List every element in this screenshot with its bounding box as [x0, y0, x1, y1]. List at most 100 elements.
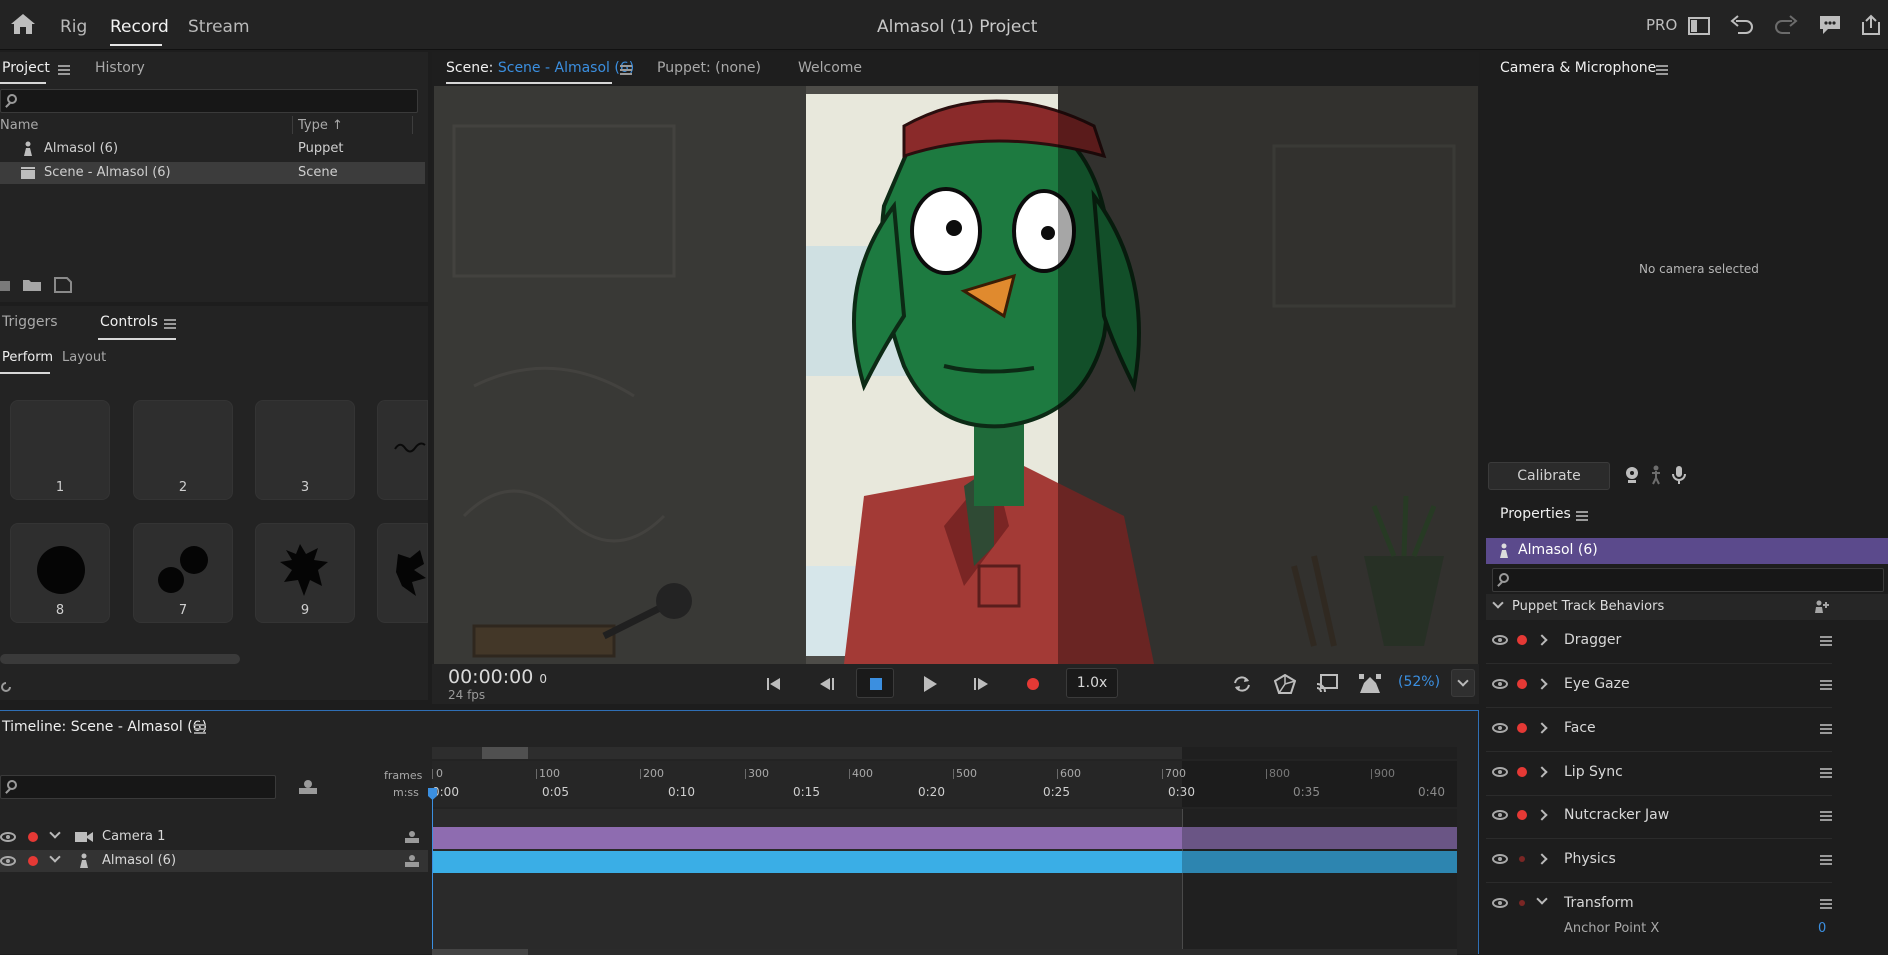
arm-record-dot[interactable]: [1517, 679, 1527, 689]
mode-tab-rig[interactable]: Rig: [60, 17, 87, 37]
behavior-menu-icon[interactable]: [1820, 680, 1832, 690]
control-tile-6[interactable]: [377, 523, 428, 623]
puppet-track-bar[interactable]: [432, 851, 1182, 873]
behavior-row-transform[interactable]: Transform: [1486, 883, 1832, 915]
timeline-horizontal-scrollbar[interactable]: [432, 949, 1457, 955]
eye-icon[interactable]: [1492, 767, 1508, 777]
stop-button[interactable]: [856, 668, 894, 698]
timeline-scroll-thumb[interactable]: [432, 949, 528, 955]
zoom-dropdown-button[interactable]: [1451, 669, 1475, 697]
column-name-header[interactable]: Name: [0, 118, 38, 133]
chevron-right-icon[interactable]: [1536, 809, 1548, 821]
tab-triggers[interactable]: Triggers: [2, 314, 58, 330]
selected-puppet-header[interactable]: Almasol (6): [1486, 538, 1888, 564]
tab-welcome[interactable]: Welcome: [798, 60, 862, 76]
behavior-row-lip-sync[interactable]: Lip Sync: [1486, 752, 1832, 796]
chevron-down-icon[interactable]: [49, 851, 61, 863]
redo-icon[interactable]: [1774, 15, 1798, 35]
behavior-menu-icon[interactable]: [1820, 855, 1832, 865]
timeline-overview-thumb[interactable]: [482, 747, 528, 759]
timeline-ruler[interactable]: 0 100 200 300 400 500 600 700 800 900 0:…: [432, 761, 1457, 807]
eye-icon[interactable]: [1492, 723, 1508, 733]
tab-controls[interactable]: Controls: [100, 314, 158, 330]
puppet-track-bar-tail[interactable]: [1182, 851, 1457, 873]
play-icon[interactable]: [922, 675, 938, 693]
behavior-menu-icon[interactable]: [1820, 768, 1832, 778]
add-behavior-icon[interactable]: [1814, 600, 1830, 614]
new-scene-icon[interactable]: [0, 278, 12, 292]
param-row-anchor-point-x[interactable]: Anchor Point X 0: [1486, 915, 1832, 941]
chevron-right-icon[interactable]: [1536, 678, 1548, 690]
arm-record-dot[interactable]: [1519, 856, 1525, 862]
onion-skin-icon[interactable]: [1358, 673, 1382, 695]
eye-icon[interactable]: [1492, 898, 1508, 908]
export-icon[interactable]: [1860, 14, 1882, 36]
eye-icon[interactable]: [0, 856, 16, 866]
behavior-row-eye-gaze[interactable]: Eye Gaze: [1486, 664, 1832, 708]
properties-panel-menu-icon[interactable]: [1576, 511, 1588, 521]
behavior-menu-icon[interactable]: [1820, 899, 1832, 909]
undo-icon[interactable]: [1730, 15, 1754, 35]
chevron-right-icon[interactable]: [1536, 634, 1548, 646]
arm-record-dot[interactable]: [1517, 810, 1527, 820]
properties-search-input[interactable]: [1492, 568, 1884, 592]
track-options-icon[interactable]: [298, 779, 318, 795]
feedback-icon[interactable]: [1818, 14, 1842, 36]
chevron-right-icon[interactable]: [1536, 722, 1548, 734]
project-search-input[interactable]: [0, 89, 418, 113]
tab-project[interactable]: Project: [2, 60, 50, 76]
physics-icon[interactable]: [1274, 674, 1296, 694]
camera-track-bar[interactable]: [432, 827, 1182, 849]
scene-canvas[interactable]: [434, 86, 1478, 664]
zoom-level[interactable]: (52%): [1398, 674, 1440, 690]
chevron-right-icon[interactable]: [1536, 766, 1548, 778]
tab-history[interactable]: History: [95, 60, 145, 76]
arm-record-dot[interactable]: [1517, 723, 1527, 733]
chevron-down-icon[interactable]: [1536, 893, 1548, 905]
param-value[interactable]: 0: [1818, 921, 1826, 936]
step-back-icon[interactable]: [818, 676, 836, 692]
eye-icon[interactable]: [1492, 679, 1508, 689]
camera-track-bar-tail[interactable]: [1182, 827, 1457, 849]
control-tile-1[interactable]: 1: [10, 400, 110, 500]
step-forward-icon[interactable]: [972, 676, 990, 692]
timecode-display[interactable]: 00:00:00 0: [448, 666, 547, 688]
arm-record-dot[interactable]: [1517, 767, 1527, 777]
microphone-icon[interactable]: [1672, 465, 1686, 485]
controls-panel-menu-icon[interactable]: [164, 319, 176, 329]
refresh-icon[interactable]: [0, 680, 12, 694]
mode-tab-stream[interactable]: Stream: [188, 17, 250, 37]
eye-icon[interactable]: [1492, 635, 1508, 645]
folder-icon[interactable]: [22, 278, 42, 292]
control-tile-7[interactable]: 7: [133, 523, 233, 623]
behavior-menu-icon[interactable]: [1820, 724, 1832, 734]
behavior-menu-icon[interactable]: [1820, 811, 1832, 821]
control-tile-9[interactable]: 9: [255, 523, 355, 623]
track-puppet-options-icon[interactable]: [404, 854, 420, 868]
playhead-handle-icon[interactable]: [427, 787, 438, 801]
arm-record-dot[interactable]: [28, 832, 38, 842]
control-tile-8[interactable]: 8: [10, 523, 110, 623]
workspace-icon[interactable]: [1688, 17, 1710, 35]
arm-record-dot[interactable]: [1519, 900, 1525, 906]
eye-icon[interactable]: [1492, 854, 1508, 864]
controls-horizontal-scrollbar[interactable]: [0, 654, 240, 664]
loop-icon[interactable]: [1232, 674, 1252, 694]
mode-tab-record[interactable]: Record: [110, 17, 169, 37]
home-icon[interactable]: [10, 13, 36, 35]
camera-panel-menu-icon[interactable]: [1656, 65, 1668, 75]
record-icon[interactable]: [1026, 677, 1040, 691]
new-item-icon[interactable]: [54, 277, 72, 293]
track-row[interactable]: Camera 1: [0, 826, 428, 848]
list-item[interactable]: Scene - Almasol (6) Scene: [0, 162, 425, 184]
chevron-down-icon[interactable]: [49, 827, 61, 839]
tab-puppet[interactable]: Puppet: (none): [657, 60, 761, 76]
arm-record-dot[interactable]: [1517, 635, 1527, 645]
subtab-layout[interactable]: Layout: [62, 350, 106, 365]
control-tile-3[interactable]: 3: [255, 400, 355, 500]
behavior-row-face[interactable]: Face: [1486, 708, 1832, 752]
body-tracking-icon[interactable]: [1650, 465, 1662, 485]
timeline-panel-menu-icon[interactable]: [194, 724, 206, 734]
behavior-row-physics[interactable]: Physics: [1486, 839, 1832, 883]
control-tile-2[interactable]: 2: [133, 400, 233, 500]
